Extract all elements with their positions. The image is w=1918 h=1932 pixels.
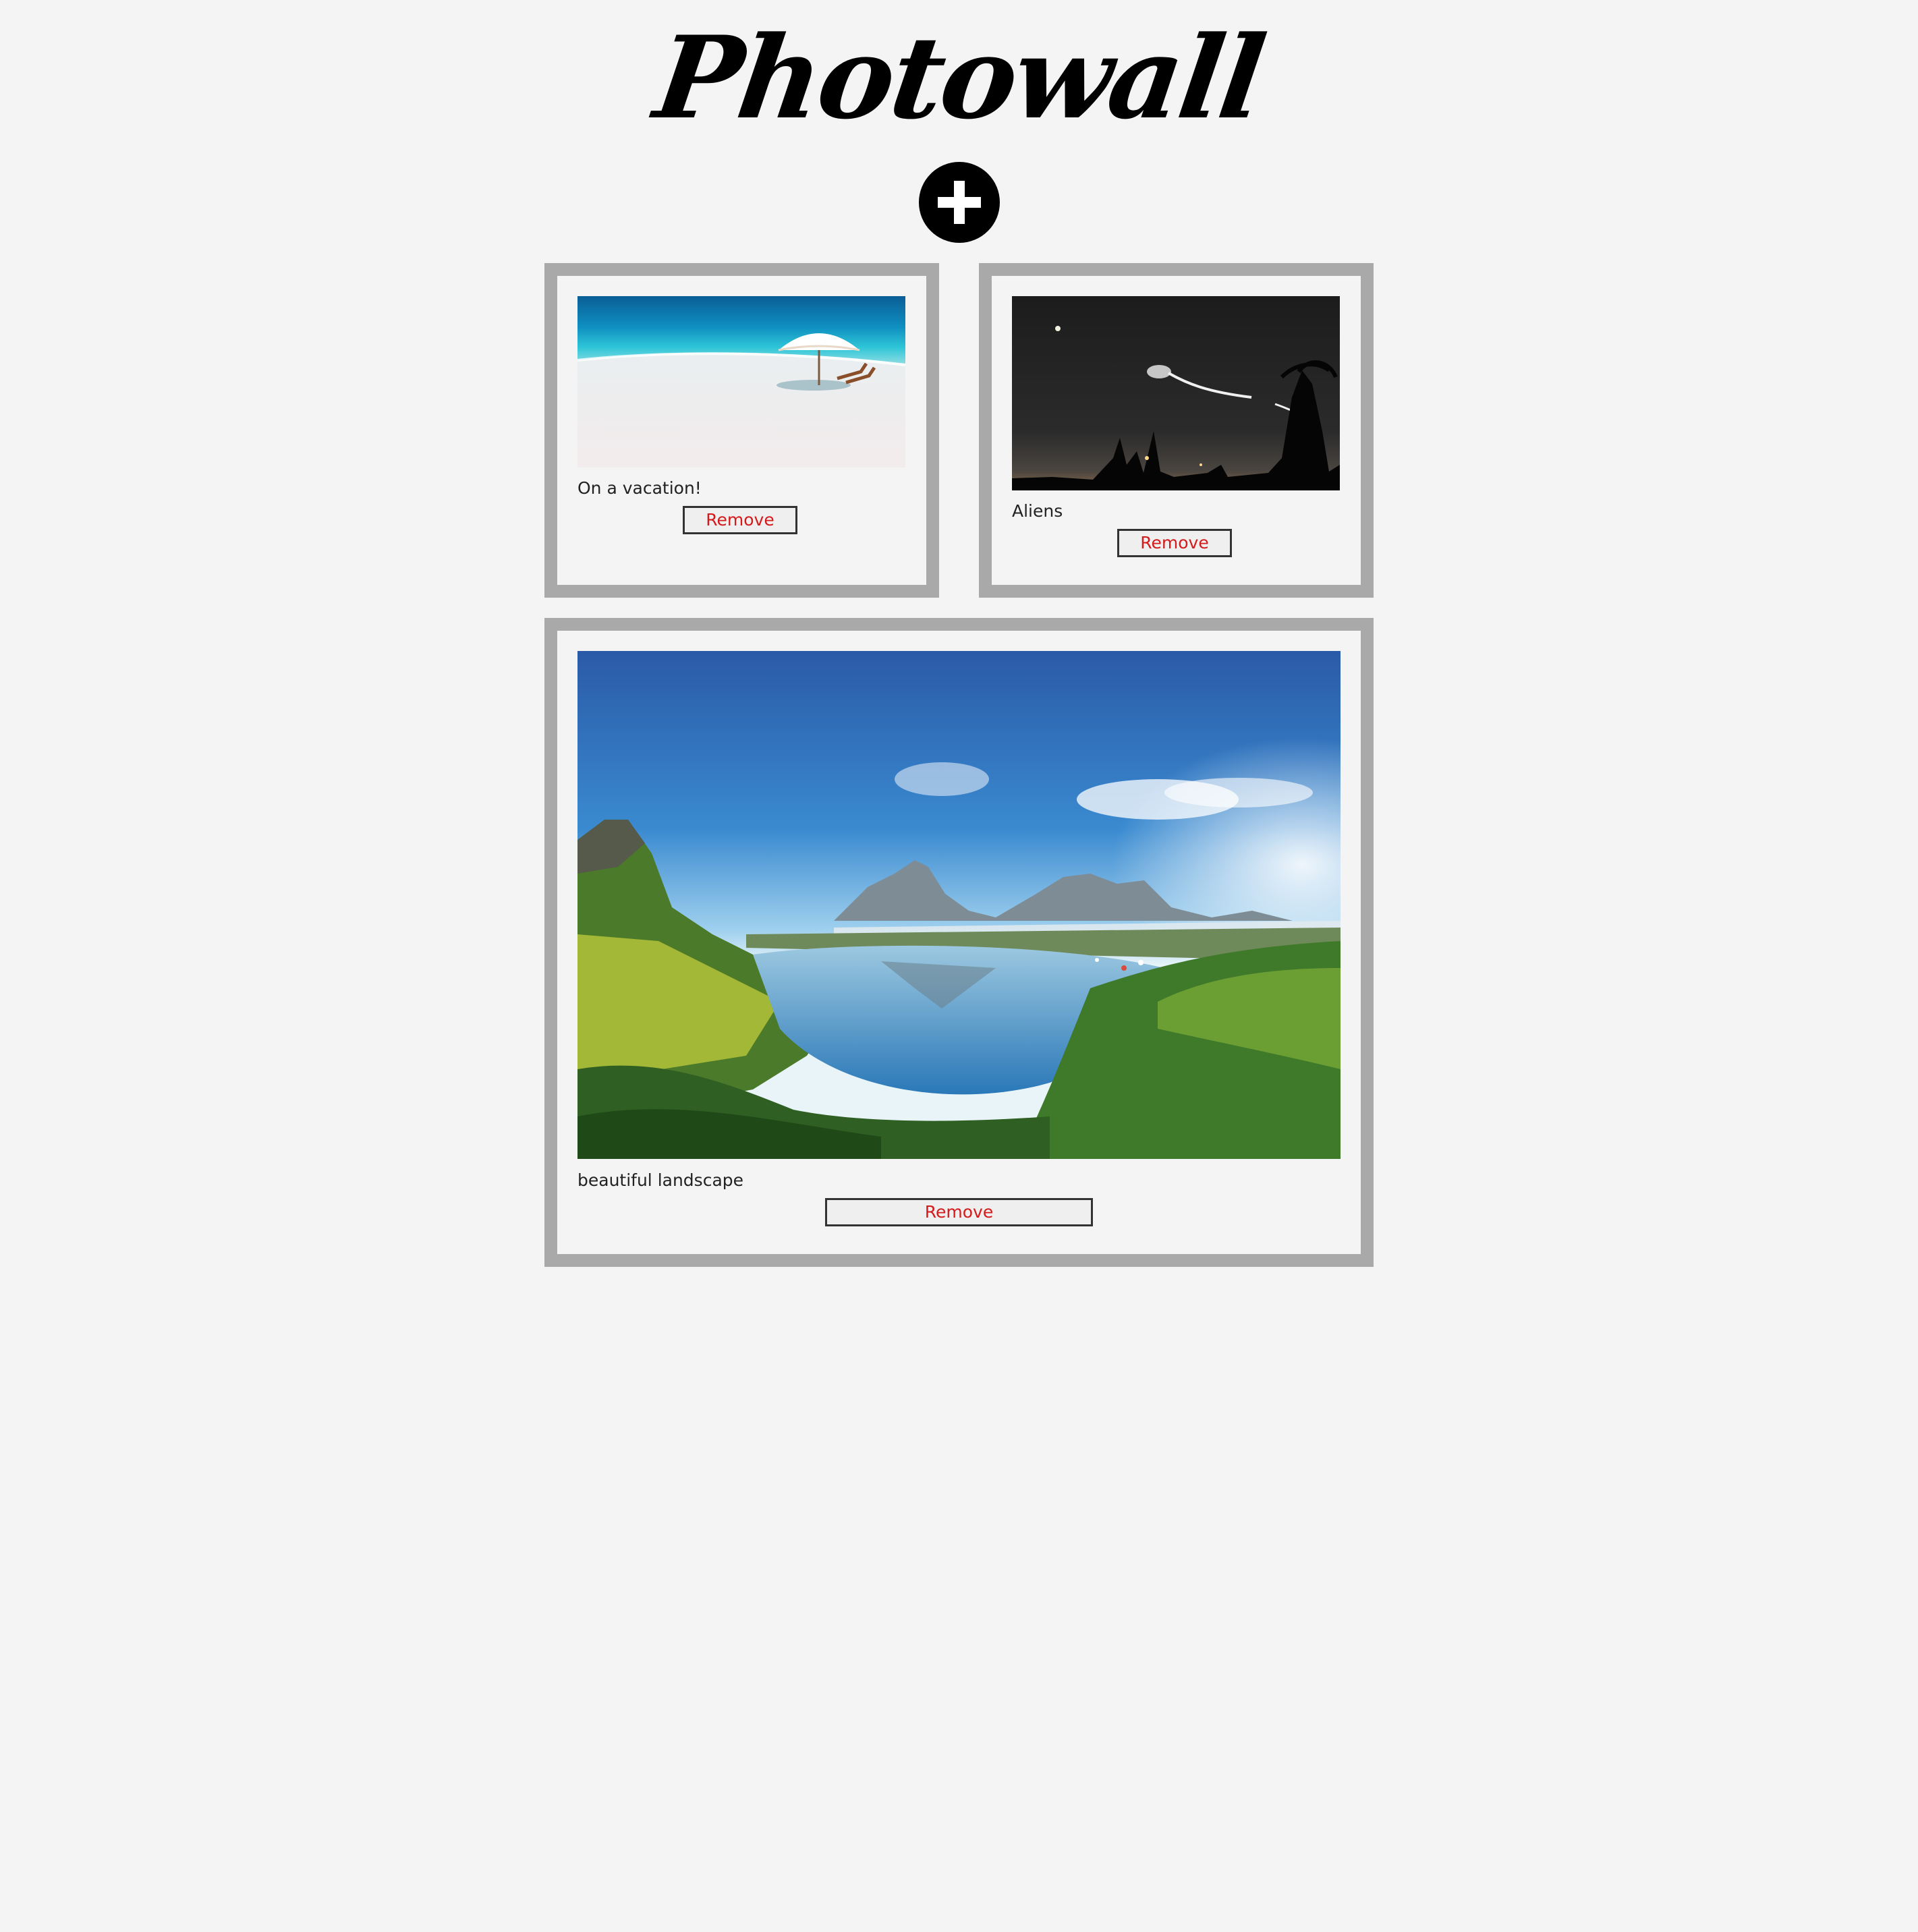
- photo-image-landscape: [577, 651, 1341, 1159]
- beach-umbrella-photo: [577, 296, 905, 467]
- remove-button[interactable]: Remove: [1117, 529, 1232, 557]
- add-photo-button[interactable]: [919, 162, 1000, 243]
- photo-card: beautiful landscape Remove: [544, 618, 1374, 1267]
- photo-caption: Aliens: [1012, 501, 1063, 521]
- photo-card: Aliens Remove: [979, 263, 1374, 598]
- photo-card: On a vacation! Remove: [544, 263, 939, 598]
- night-sky-lights-photo: [1012, 296, 1340, 490]
- remove-button[interactable]: Remove: [683, 506, 797, 534]
- photo-image-beach: [577, 296, 905, 467]
- photo-caption: On a vacation!: [577, 478, 702, 498]
- photo-image-aliens: [1012, 296, 1340, 490]
- plus-icon: [938, 181, 981, 224]
- photo-caption: beautiful landscape: [577, 1170, 744, 1190]
- page-title: Photowall: [647, 11, 1271, 144]
- mountain-lake-landscape-photo: [577, 651, 1341, 1159]
- remove-button[interactable]: Remove: [825, 1198, 1093, 1226]
